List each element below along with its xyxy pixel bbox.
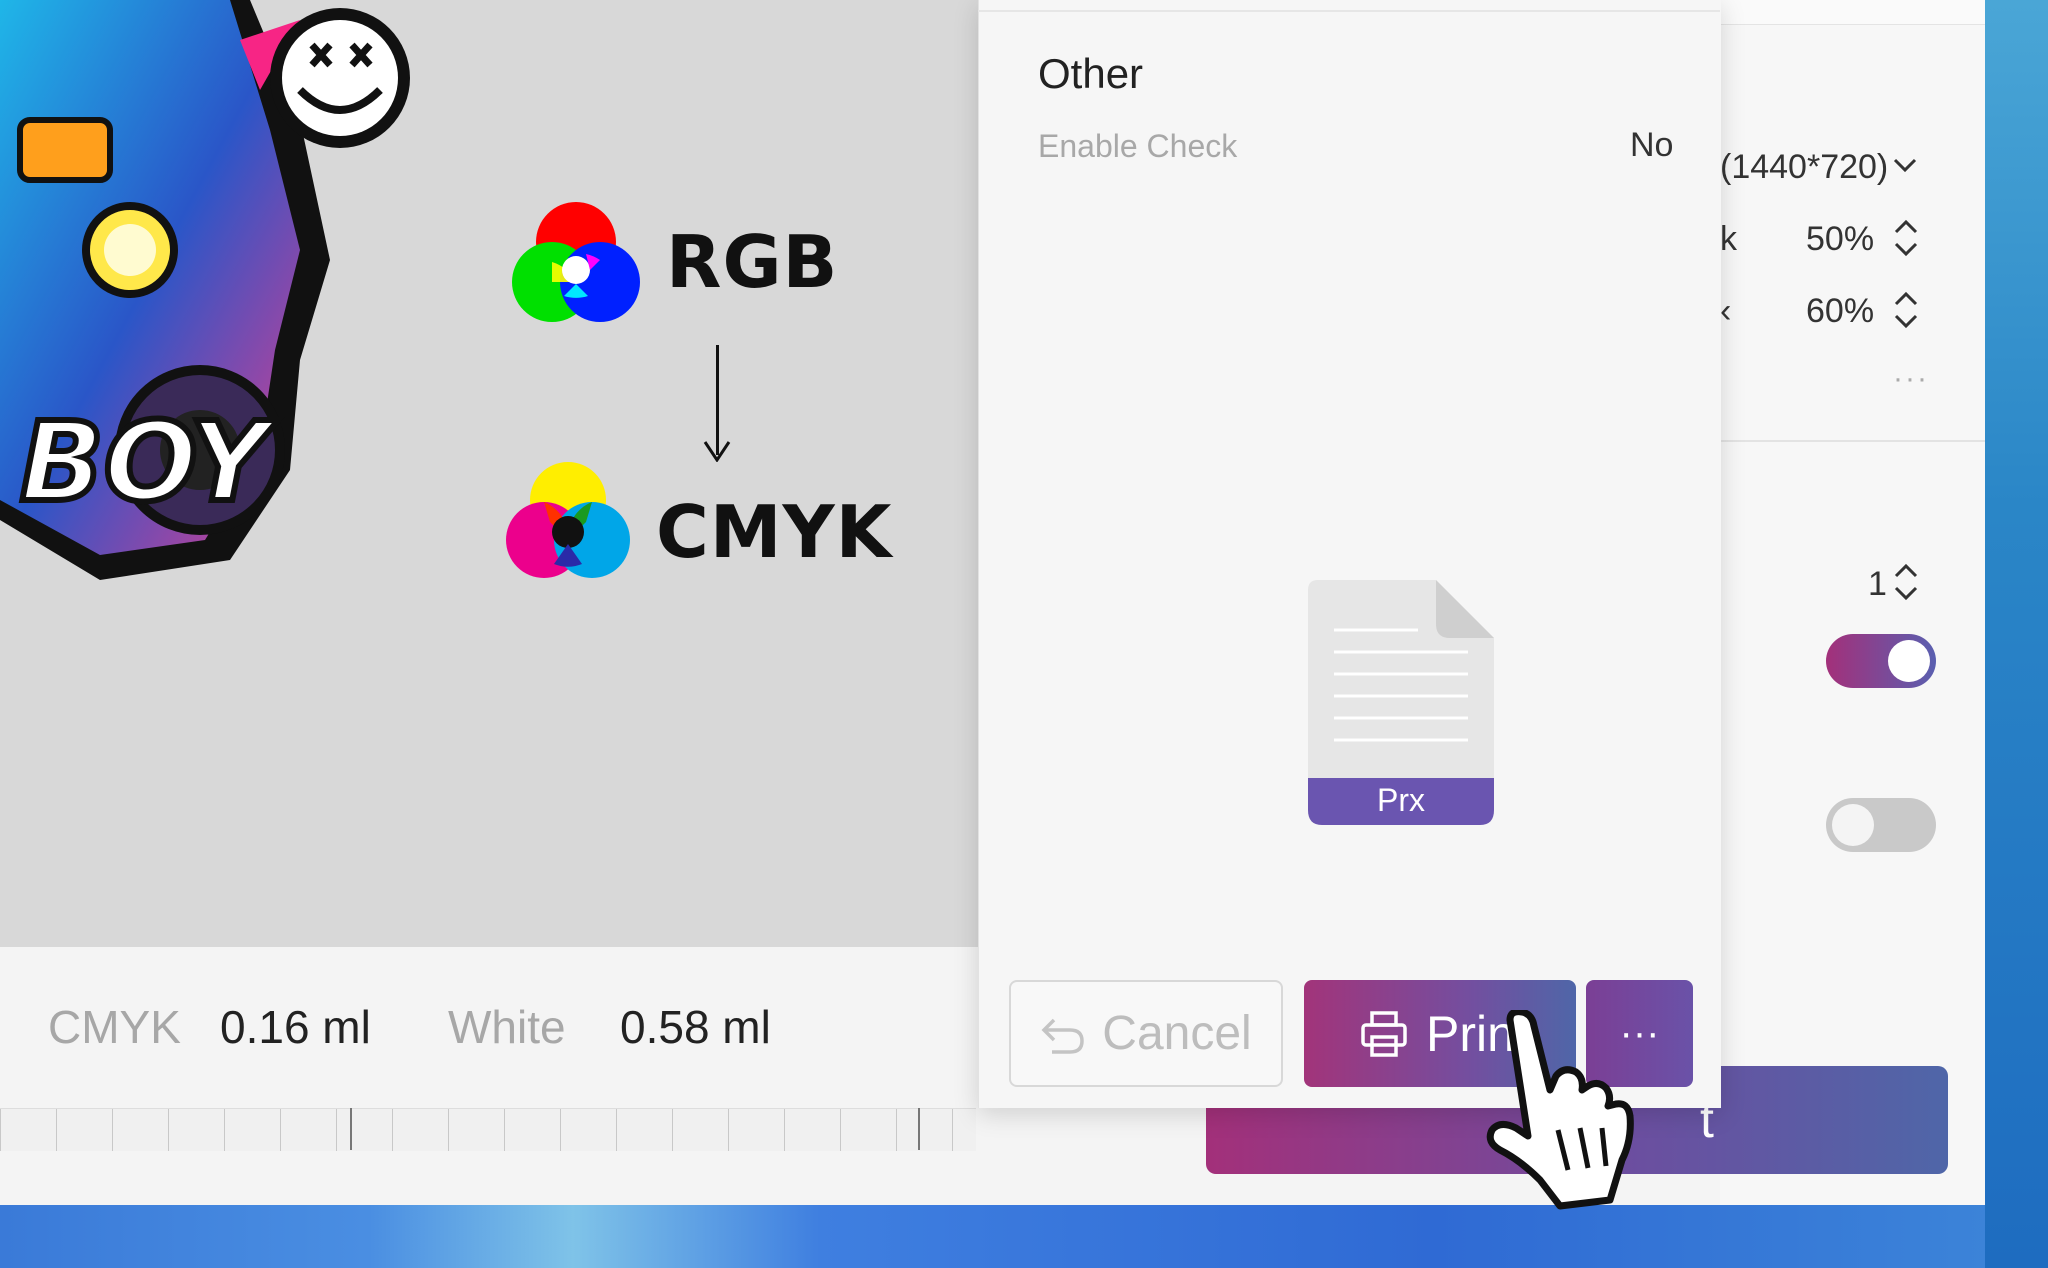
file-type-label: Prx [1377,782,1425,818]
cancel-button-label: Cancel [1102,1007,1252,1060]
printer-icon [1361,1010,1407,1057]
white-ink-value: 0.58 ml [620,1001,771,1053]
horizontal-ruler [0,1108,976,1151]
toggle-switch-on[interactable] [1826,634,1936,688]
svg-text:BOY: BOY [20,398,278,526]
panel-divider [1720,440,1985,442]
dialog-top-divider [978,10,1720,12]
toggle-knob [1888,640,1930,682]
undo-icon [1041,1018,1085,1054]
setting-row-2-value[interactable]: 60% [1806,292,1874,331]
cmyk-ink-value: 0.16 ml [220,1001,371,1053]
resolution-select[interactable]: (1440*720) [1720,148,1888,187]
panel-header-strip [1720,0,1985,25]
conversion-arrow-shaft [716,345,719,455]
rgb-label: RGB [666,220,839,304]
cmyk-ink-label: CMYK [48,1001,181,1053]
setting-row-2-label: ‹ [1720,292,1732,330]
toggle-knob [1832,804,1874,846]
stepper-icon[interactable] [1892,288,1920,332]
cancel-button[interactable]: Cancel [1009,980,1283,1087]
setting-row-1-value[interactable]: 50% [1806,220,1874,259]
ruler-major-tick [350,1108,352,1150]
desktop-edge [1985,0,2048,1268]
chevron-down-icon[interactable] [1892,156,1918,174]
copies-value[interactable]: 1 [1868,565,1887,604]
ruler-major-tick [918,1108,920,1150]
setting-row-1-label: k [1720,220,1737,258]
print-options-dialog [978,0,1721,1108]
resolution-value: (1440*720) [1720,148,1889,186]
section-title-other: Other [1038,50,1144,97]
rgb-circles-icon [512,202,640,322]
arrow-down-icon [703,441,731,462]
white-ink-label: White [448,1001,566,1053]
stepper-icon[interactable] [1892,216,1920,260]
sticker-artwork: BOY [0,0,410,580]
cmyk-label: CMYK [656,490,893,574]
cmyk-circles-icon [506,462,630,578]
toggle-switch-off[interactable] [1826,798,1936,852]
enable-check-value[interactable]: No [1630,126,1673,165]
enable-check-label: Enable Check [1038,128,1238,164]
hand-pointer-cursor [1486,1010,1634,1210]
copies-stepper-icon[interactable] [1892,560,1920,604]
more-settings-icon[interactable]: ··· [1893,362,1929,396]
